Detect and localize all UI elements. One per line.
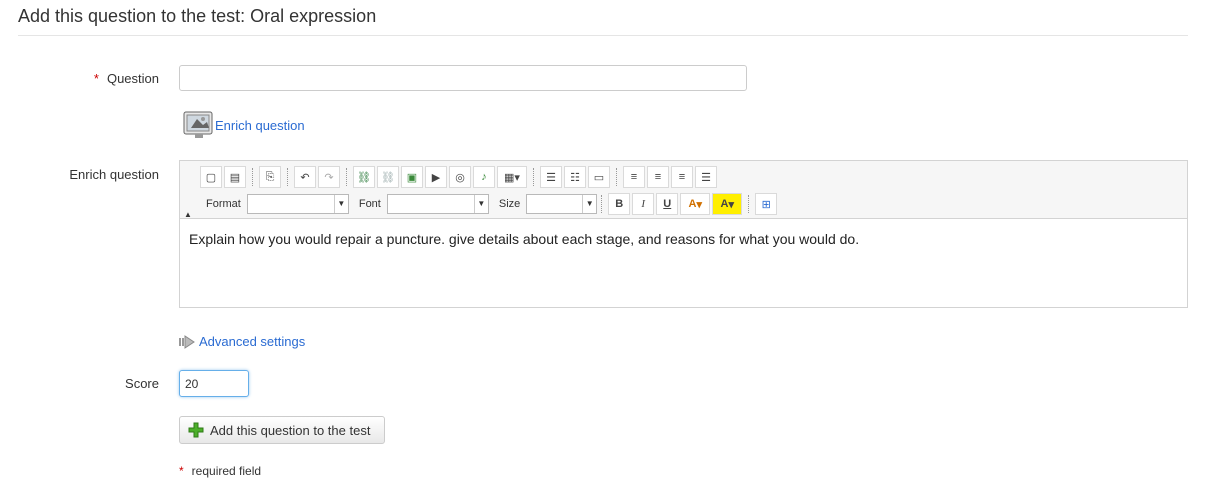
maximize-icon[interactable]: ⊞ (755, 193, 778, 215)
toolbar-row-2: Format ▼ Font ▼ Size ▼ B I U A ▾ A ▾ ⊞ (200, 193, 779, 215)
toolbar-row-1: ▢ ▤ ⎘ ↶ ↷ ⛓ ⛓ ▣ ▶ ◎ ♪ ▦▾ ☰ ☷ ▭ ≡ ≡ ≡ ☰ (200, 166, 719, 188)
arrow-right-icon (179, 334, 195, 349)
chevron-down-icon: ▼ (582, 195, 596, 213)
underline-button[interactable]: U (656, 193, 679, 215)
rich-text-editor: ▢ ▤ ⎘ ↶ ↷ ⛓ ⛓ ▣ ▶ ◎ ♪ ▦▾ ☰ ☷ ▭ ≡ ≡ ≡ ☰ F… (179, 160, 1188, 308)
chevron-down-icon: ▼ (473, 195, 488, 213)
italic-button[interactable]: I (632, 193, 655, 215)
page-title: Add this question to the test: Oral expr… (18, 6, 377, 26)
required-field-note: * required field (179, 464, 262, 478)
question-label-text: Question (106, 71, 159, 86)
link-icon[interactable]: ⛓ (353, 166, 375, 188)
plus-icon (188, 422, 204, 438)
collapse-toolbar-icon[interactable]: ▲ (184, 210, 192, 219)
new-page-icon[interactable]: ▢ (200, 166, 222, 188)
chevron-down-icon: ▼ (333, 195, 348, 213)
flash-icon[interactable]: ◎ (449, 166, 471, 188)
table-icon[interactable]: ▦▾ (497, 166, 527, 188)
paste-word-icon[interactable]: ⎘ (259, 166, 281, 188)
format-select[interactable]: ▼ (246, 194, 349, 214)
font-select[interactable]: ▼ (386, 194, 489, 214)
justify-icon[interactable]: ☰ (695, 166, 717, 188)
required-star: * (179, 464, 184, 478)
bold-button[interactable]: B (608, 193, 631, 215)
undo-icon[interactable]: ↶ (294, 166, 316, 188)
size-select[interactable]: ▼ (526, 194, 598, 214)
format-label: Format (206, 198, 241, 210)
size-label: Size (498, 198, 521, 210)
background-color-button[interactable]: A ▾ (712, 193, 743, 215)
font-label: Font (358, 198, 381, 210)
align-right-icon[interactable]: ≡ (671, 166, 693, 188)
align-left-icon[interactable]: ≡ (623, 166, 645, 188)
advanced-settings-toggle[interactable]: Advanced settings (179, 334, 305, 349)
question-input[interactable] (179, 65, 747, 91)
enrich-question-label: Enrich question (69, 167, 159, 182)
editor-toolbar: ▢ ▤ ⎘ ↶ ↷ ⛓ ⛓ ▣ ▶ ◎ ♪ ▦▾ ☰ ☷ ▭ ≡ ≡ ≡ ☰ F… (180, 161, 1187, 219)
numbered-list-icon[interactable]: ☷ (564, 166, 586, 188)
redo-icon[interactable]: ↷ (318, 166, 340, 188)
bulleted-list-icon[interactable]: ☰ (540, 166, 562, 188)
media-gallery-icon (183, 111, 213, 138)
score-input[interactable] (179, 370, 249, 397)
score-label: Score (125, 376, 159, 391)
enrich-question-toggle[interactable]: Enrich question (183, 110, 305, 140)
unlink-icon[interactable]: ⛓ (377, 166, 399, 188)
audio-icon[interactable]: ♪ (473, 166, 495, 188)
add-question-button[interactable]: Add this question to the test (179, 416, 385, 444)
required-star: * (93, 71, 99, 86)
text-color-button[interactable]: A ▾ (680, 193, 711, 215)
enrich-question-link[interactable]: Enrich question (215, 118, 305, 133)
add-question-button-label: Add this question to the test (210, 422, 371, 438)
editor-content[interactable]: Explain how you would repair a puncture.… (189, 231, 859, 247)
video-icon[interactable]: ▶ (425, 166, 447, 188)
advanced-settings-link[interactable]: Advanced settings (199, 334, 305, 349)
horizontal-rule-icon[interactable]: ▭ (588, 166, 610, 188)
title-divider (18, 35, 1188, 36)
image-icon[interactable]: ▣ (401, 166, 423, 188)
align-center-icon[interactable]: ≡ (647, 166, 669, 188)
question-label: * Question (19, 71, 159, 86)
templates-icon[interactable]: ▤ (224, 166, 246, 188)
